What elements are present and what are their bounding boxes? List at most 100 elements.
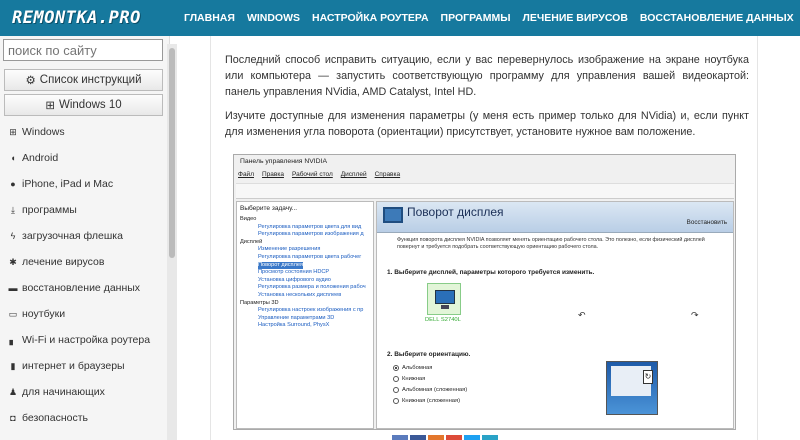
sidebar-scrollbar[interactable]: [167, 44, 177, 440]
orientation-label: Книжная (сложенная): [402, 398, 461, 404]
laptop-icon: ▭: [8, 308, 18, 319]
sidebar-item-apple[interactable]: ● iPhone, iPad и Mac: [8, 178, 113, 190]
sidebar-item-security[interactable]: ◘ безопасность: [8, 412, 88, 424]
sidebar-item-windows[interactable]: ⊞ Windows: [8, 126, 65, 138]
share-ok-icon[interactable]: [428, 435, 444, 440]
gear-icon: ⚙: [25, 75, 36, 87]
top-navigation-bar: REMONTKA.PRO ГЛАВНАЯ WINDOWS НАСТРОЙКА Р…: [0, 0, 800, 36]
menu-display: Дисплей: [340, 171, 367, 178]
sidebar-item-programs[interactable]: ⤓ программы: [8, 204, 77, 216]
apple-icon: ●: [10, 179, 16, 189]
radio-icon: [393, 365, 399, 371]
logo-text: REMONTKA.PRO: [12, 8, 141, 28]
nav-home[interactable]: ГЛАВНАЯ: [184, 12, 235, 24]
instructions-list-button[interactable]: ⚙ Список инструкций: [4, 69, 163, 91]
sidebar-item-laptops[interactable]: ▭ ноутбуки: [8, 308, 65, 320]
display-icon: [383, 207, 403, 223]
task-tree: Видео Регулировка параметров цвета для в…: [240, 216, 366, 330]
scrollbar-thumb[interactable]: [169, 48, 175, 258]
nav-windows[interactable]: WINDOWS: [247, 12, 300, 24]
sidebar-item-beginners[interactable]: ♟ для начинающих: [8, 386, 105, 398]
nav-virus-removal[interactable]: ЛЕЧЕНИЕ ВИРУСОВ: [523, 12, 628, 24]
search-input[interactable]: [3, 39, 163, 61]
signal-icon: ▖: [9, 334, 17, 345]
windows-icon: ⊞: [45, 100, 55, 112]
restore-link: Восстановить: [686, 219, 727, 226]
android-icon: ◖: [10, 153, 16, 163]
sidebar-item-data-recovery[interactable]: ▬ восстановление данных: [8, 282, 141, 294]
radio-icon: [393, 398, 399, 404]
menu-desktop: Рабочий стол: [291, 171, 333, 178]
tree-item: Регулировка параметров цвета рабочег: [258, 253, 362, 260]
main-nav: ГЛАВНАЯ WINDOWS НАСТРОЙКА РОУТЕРА ПРОГРА…: [170, 12, 794, 24]
window-toolbar: [236, 183, 734, 199]
share-facebook-icon[interactable]: [392, 435, 408, 440]
radio-icon: [393, 376, 399, 382]
sidebar-item-label: безопасность: [22, 412, 88, 424]
sidebar-item-virus-removal[interactable]: ✱ лечение вирусов: [8, 256, 104, 268]
user-icon: ♟: [8, 386, 18, 397]
tree-item: Просмотр состояния HDCP: [258, 269, 330, 276]
sidebar-item-wifi-router[interactable]: ▖ Wi-Fi и настройка роутера: [8, 334, 151, 346]
nav-data-recovery[interactable]: ВОССТАНОВЛЕНИЕ ДАННЫХ: [640, 12, 794, 24]
sidebar-item-label: Android: [22, 152, 59, 164]
panel-settings: 1. Выберите дисплей, параметры которого …: [385, 263, 727, 423]
download-icon: ⤓: [11, 204, 15, 215]
share-google-icon[interactable]: [446, 435, 462, 440]
article-paragraph: Изучите доступные для изменения параметр…: [225, 110, 749, 138]
windows-icon: ⊞: [9, 126, 17, 137]
rotation-panel: Поворот дисплея Восстановить Функция пов…: [376, 201, 734, 429]
orientation-option: Книжная (сложенная): [393, 398, 460, 404]
step2-heading: 2. Выберите ориентацию.: [387, 351, 471, 358]
nvidia-control-panel-screenshot: Панель управления NVIDIA Файл Правка Раб…: [233, 154, 736, 430]
button-label: Windows 10: [59, 99, 122, 111]
tree-item: Установка нескольких дисплеев: [258, 291, 342, 298]
window-menu: Файл Правка Рабочий стол Дисплей Справка: [238, 171, 400, 178]
share-telegram-icon[interactable]: [482, 435, 498, 440]
tree-item: Регулировка параметров изображения д: [258, 231, 364, 238]
panel-title: Поворот дисплея: [407, 205, 504, 219]
bug-icon: ✱: [9, 256, 17, 267]
button-label: Список инструкций: [39, 74, 142, 86]
tree-item: Регулировка параметров цвета для вид: [258, 223, 362, 230]
tree-item-selected: Поворот дисплея: [240, 261, 366, 270]
monitor-icon: [427, 283, 461, 315]
sidebar-item-android[interactable]: ◖ Android: [8, 152, 58, 164]
hdd-icon: ▬: [8, 283, 18, 293]
shield-icon: ◘: [10, 413, 16, 423]
sidebar-item-internet-browsers[interactable]: ▮ интернет и браузеры: [8, 360, 125, 372]
share-buttons: [392, 435, 498, 440]
orientation-label: Альбомная (сложенная): [402, 387, 468, 393]
sidebar-item-label: ноутбуки: [22, 308, 66, 320]
tree-item: Параметры 3D: [240, 299, 279, 306]
tree-item: Установка цифрового аудио: [258, 276, 331, 283]
orientation-option: Книжная: [393, 376, 425, 382]
panel-description: Функция поворота дисплея NVIDIA позволяе…: [397, 237, 705, 250]
sidebar-item-label: Windows: [22, 126, 65, 138]
site-logo[interactable]: REMONTKA.PRO: [0, 0, 170, 36]
nav-programs[interactable]: ПРОГРАММЫ: [441, 12, 511, 24]
tree-item: Видео: [240, 216, 257, 222]
rotate-icon: ↻: [643, 370, 653, 384]
windows10-button[interactable]: ⊞ Windows 10: [4, 94, 163, 116]
article-paragraph: Последний способ исправить ситуацию, есл…: [225, 54, 749, 98]
sidebar-item-label: загрузочная флешка: [22, 230, 123, 242]
tree-item: Регулировка настроек изображения с пр: [258, 307, 364, 314]
orientation-label: Альбомная: [402, 365, 433, 371]
sidebar-item-label: iPhone, iPad и Mac: [22, 178, 114, 190]
sidebar-item-bootable-usb[interactable]: ϟ загрузочная флешка: [8, 230, 123, 242]
sidebar-item-label: Wi-Fi и настройка роутера: [22, 334, 151, 346]
share-vk-icon[interactable]: [410, 435, 426, 440]
tree-item: Изменение разрешения: [258, 246, 321, 253]
bolt-icon: ϟ: [10, 231, 16, 241]
tree-item: Дисплей: [240, 238, 263, 245]
tree-item-label: Поворот дисплея: [258, 261, 303, 270]
nav-router-setup[interactable]: НАСТРОЙКА РОУТЕРА: [312, 12, 429, 24]
rotate-left-icon: ↶: [578, 310, 586, 320]
orientation-option: Альбомная: [393, 365, 432, 371]
orientation-label: Книжная: [402, 376, 426, 382]
menu-help: Справка: [374, 171, 401, 178]
share-twitter-icon[interactable]: [464, 435, 480, 440]
panel-header: Поворот дисплея Восстановить: [377, 202, 733, 233]
bookmark-icon: ▮: [10, 360, 16, 371]
